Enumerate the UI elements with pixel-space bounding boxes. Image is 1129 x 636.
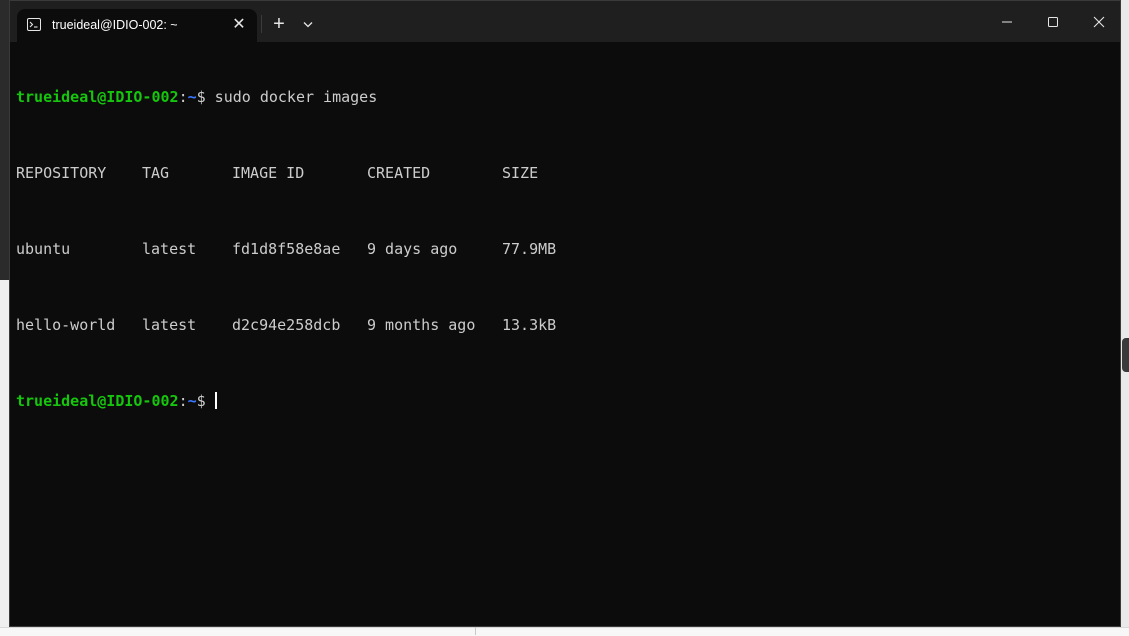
title-bar[interactable]: trueideal@IDIO-002: ~ ✕ + bbox=[10, 1, 1120, 42]
close-icon bbox=[1093, 16, 1105, 28]
prompt-user: trueideal@IDIO-002 bbox=[16, 392, 179, 410]
maximize-icon bbox=[1048, 17, 1058, 27]
header-tag: TAG bbox=[142, 164, 170, 182]
tab-close-button[interactable]: ✕ bbox=[230, 16, 248, 34]
prompt-path: ~ bbox=[187, 88, 197, 106]
cell-tag: latest bbox=[142, 316, 197, 334]
header-created: CREATED bbox=[367, 164, 431, 182]
terminal-output[interactable]: trueideal@IDIO-002:~$ sudo docker images… bbox=[16, 50, 1106, 620]
table-row: hello-world latest d2c94e258dcb 9 months ag… bbox=[16, 316, 1106, 335]
cell-image-id: d2c94e258dcb bbox=[232, 316, 341, 334]
maximize-button[interactable] bbox=[1030, 1, 1076, 42]
new-tab-button[interactable]: + bbox=[268, 13, 290, 35]
command-line: trueideal@IDIO-002:~$ sudo docker images bbox=[16, 88, 1106, 107]
prompt-colon: : bbox=[178, 88, 188, 106]
cell-repository: hello-world bbox=[16, 316, 116, 334]
tab-title: trueideal@IDIO-002: ~ bbox=[52, 18, 178, 32]
header-repository: REPOSITORY bbox=[16, 164, 107, 182]
background-right-edge bbox=[1121, 0, 1129, 635]
header-size: SIZE bbox=[502, 164, 539, 182]
prompt-path: ~ bbox=[187, 392, 197, 410]
cell-size: 77.9MB bbox=[502, 240, 557, 258]
chevron-down-icon bbox=[303, 22, 313, 28]
tab-terminal[interactable]: trueideal@IDIO-002: ~ ✕ bbox=[17, 9, 257, 42]
cell-created: 9 months ago bbox=[367, 316, 476, 334]
cell-tag: latest bbox=[142, 240, 197, 258]
cell-image-id: fd1d8f58e8ae bbox=[232, 240, 341, 258]
profile-dropdown-button[interactable] bbox=[298, 13, 318, 35]
background-divider bbox=[475, 627, 476, 635]
cell-repository: ubuntu bbox=[16, 240, 71, 258]
prompt-dollar: $ bbox=[196, 88, 206, 106]
terminal-icon bbox=[27, 18, 41, 31]
command-text: sudo docker images bbox=[205, 88, 378, 106]
prompt-user: trueideal@IDIO-002 bbox=[16, 88, 179, 106]
terminal-window: trueideal@IDIO-002: ~ ✕ + trueideal@IDIO… bbox=[9, 0, 1121, 627]
cell-created: 9 days ago bbox=[367, 240, 458, 258]
cell-size: 13.3kB bbox=[502, 316, 557, 334]
text-cursor bbox=[214, 392, 217, 409]
header-image-id: IMAGE ID bbox=[232, 164, 305, 182]
minimize-button[interactable] bbox=[984, 1, 1030, 42]
prompt-colon: : bbox=[178, 392, 188, 410]
tab-separator bbox=[261, 15, 262, 33]
background-scroll-handle bbox=[1122, 338, 1129, 372]
table-row: ubuntu latest fd1d8f58e8ae 9 days ago 77.9MB bbox=[16, 240, 1106, 259]
close-button[interactable] bbox=[1076, 1, 1120, 42]
prompt-line[interactable]: trueideal@IDIO-002:~$ bbox=[16, 392, 1106, 411]
prompt-dollar: $ bbox=[196, 392, 206, 410]
minimize-icon bbox=[1002, 21, 1012, 23]
table-header-row: REPOSITORY TAG IMAGE ID CREATED SIZE bbox=[16, 164, 1106, 183]
